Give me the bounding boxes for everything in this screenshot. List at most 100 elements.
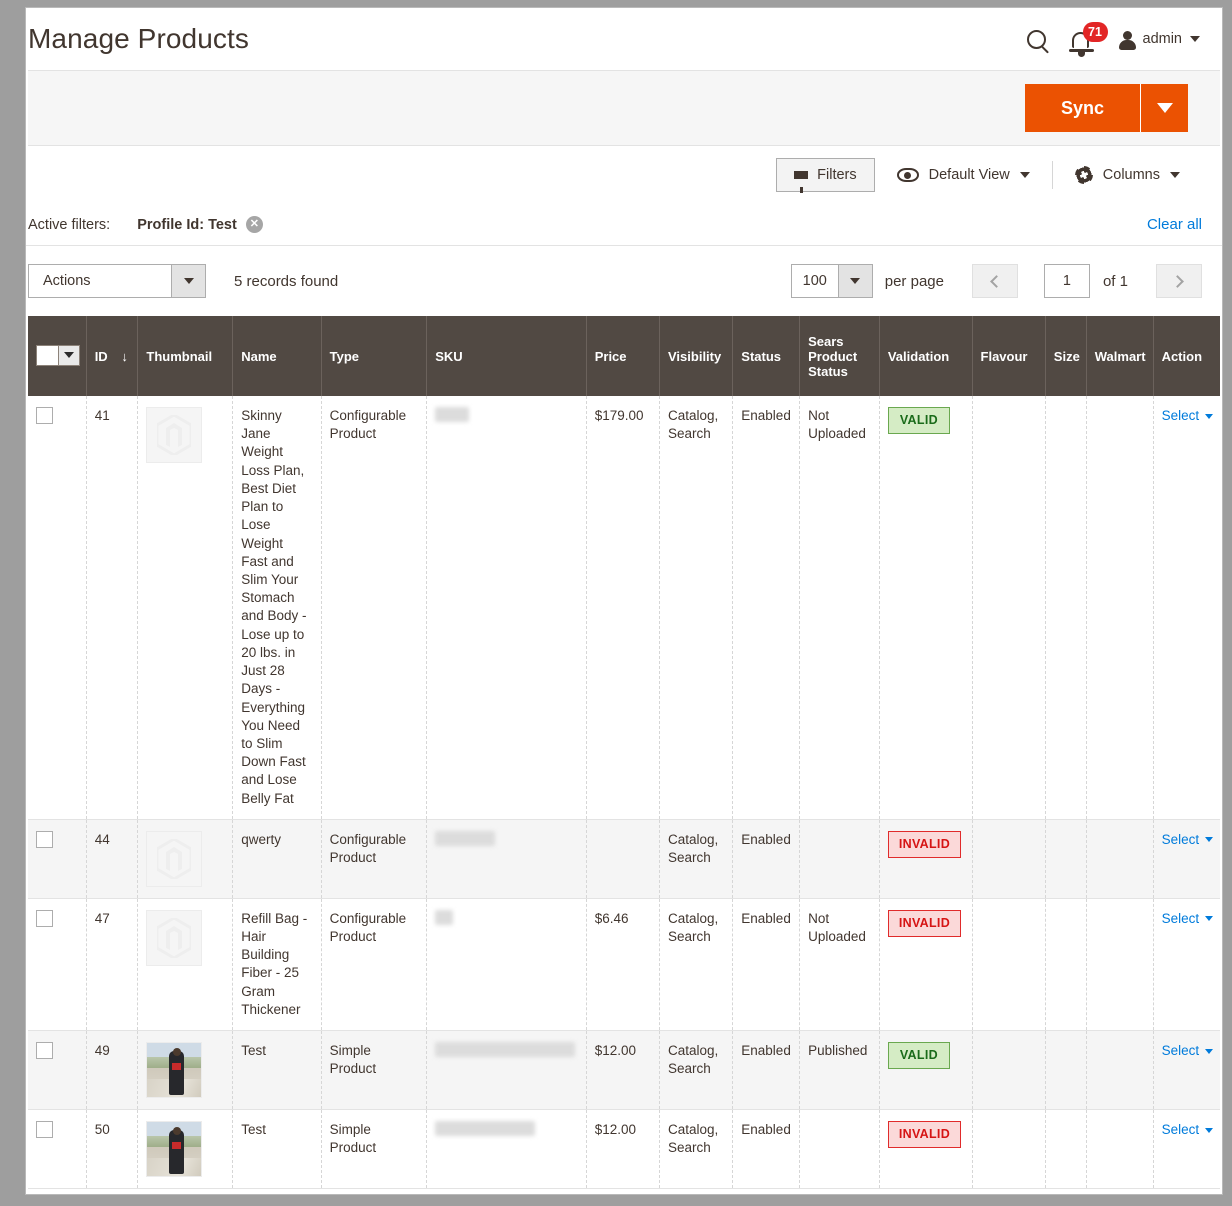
active-filters-bar: Active filters: Profile Id: Test ✕ Clear… (26, 204, 1222, 246)
per-page-select[interactable]: 100 (790, 264, 873, 298)
cell-status: Enabled (732, 1030, 801, 1110)
column-header-visibility[interactable]: Visibility (659, 316, 734, 396)
row-checkbox[interactable] (36, 830, 53, 848)
filters-button[interactable]: Filters (776, 158, 875, 193)
column-header-name[interactable]: Name (232, 316, 322, 396)
actions-select-arrow (171, 265, 205, 297)
previous-page-button[interactable] (971, 264, 1018, 298)
row-select-action[interactable]: Select (1162, 1121, 1214, 1139)
cell-validation: VALID (879, 396, 973, 820)
cell-status: Enabled (732, 898, 801, 1031)
active-filters-label: Active filters: (28, 216, 111, 233)
cell-sears-product-status (799, 1109, 880, 1189)
product-thumbnail-placeholder[interactable] (146, 830, 203, 887)
select-all-arrow[interactable] (58, 345, 79, 365)
column-header-id[interactable]: ID ↓ (86, 316, 139, 396)
cell-price: $12.00 (586, 1109, 661, 1189)
cell-action: Select (1153, 1110, 1220, 1189)
column-header-sears-product-status[interactable]: Sears Product Status (799, 316, 880, 396)
default-view-button[interactable]: Default View (875, 158, 1052, 192)
column-header-validation[interactable]: Validation (879, 316, 973, 396)
row-checkbox[interactable] (36, 1121, 53, 1139)
chevron-down-icon (1205, 837, 1214, 843)
table-row[interactable]: 41 Skinny Jane Weight Loss Plan, Best Die… (28, 396, 1220, 820)
column-header-status[interactable]: Status (732, 316, 801, 396)
cell-sears-product-status: Not Uploaded (799, 898, 880, 1031)
cell-type: Configurable Product (321, 898, 428, 1031)
notifications-button[interactable]: 71 (1068, 22, 1108, 57)
grid-body: 41 Skinny Jane Weight Loss Plan, Best Die… (28, 396, 1220, 1189)
product-thumbnail-image[interactable] (146, 1042, 203, 1099)
cell-name: Refill Bag - Hair Building Fiber - 25 Gr… (232, 898, 322, 1031)
chevron-down-icon (1190, 36, 1200, 42)
cell-validation: INVALID (879, 819, 973, 899)
column-header-size[interactable]: Size (1045, 316, 1087, 396)
column-header-flavour[interactable]: Flavour (972, 316, 1046, 396)
chevron-down-icon (1205, 916, 1214, 922)
cell-thumbnail (137, 1030, 234, 1110)
row-checkbox-cell (28, 898, 87, 1031)
table-row[interactable]: 44 qwerty Configurable Product Catalog, Sea… (28, 819, 1220, 899)
cell-type: Configurable Product (321, 819, 428, 899)
clear-all-filters-link[interactable]: Clear all (1147, 216, 1202, 233)
row-select-action[interactable]: Select (1162, 910, 1214, 928)
cell-walmart (1086, 1030, 1154, 1110)
product-thumbnail-placeholder[interactable] (146, 407, 203, 463)
column-header-thumbnail[interactable]: Thumbnail (137, 316, 234, 396)
row-select-action[interactable]: Select (1162, 407, 1214, 425)
sku-redacted (435, 1042, 576, 1058)
column-header-price[interactable]: Price (586, 316, 661, 396)
page-total-label: of 1 (1102, 272, 1128, 290)
column-header-type[interactable]: Type (321, 316, 428, 396)
actions-select[interactable]: Actions (28, 264, 206, 298)
select-all-dropdown[interactable] (36, 344, 80, 366)
columns-label: Columns (1102, 167, 1160, 183)
table-row[interactable]: 47 Refill Bag - Hair Building Fiber - 25 … (28, 898, 1220, 1031)
cell-sku (426, 819, 587, 899)
sync-dropdown-button[interactable] (1140, 84, 1188, 132)
validation-status-badge: INVALID (887, 830, 962, 858)
cell-validation: INVALID (879, 898, 973, 1031)
validation-status-badge: INVALID (887, 909, 962, 937)
next-page-button[interactable] (1156, 264, 1202, 298)
product-thumbnail-placeholder[interactable] (146, 909, 203, 966)
cell-thumbnail (137, 1109, 234, 1189)
columns-button[interactable]: Columns (1053, 158, 1202, 192)
row-checkbox-cell (28, 819, 87, 899)
screenshot-root: Manage Products 71 admin Sync Filters De… (0, 0, 1232, 1206)
cell-price: $179.00 (586, 396, 661, 820)
chevron-down-icon (1205, 1048, 1214, 1054)
cell-walmart (1086, 898, 1154, 1031)
cell-action: Select (1153, 396, 1220, 819)
cell-visibility: Catalog, Search (659, 1030, 734, 1110)
row-checkbox[interactable] (36, 1042, 53, 1060)
row-checkbox[interactable] (36, 407, 53, 424)
cell-sku (426, 1109, 587, 1189)
page-header: Manage Products 71 admin (26, 8, 1222, 70)
chevron-down-icon (1205, 1127, 1214, 1133)
page-number-input[interactable] (1043, 264, 1090, 298)
search-icon (1026, 29, 1046, 49)
chevron-down-icon (1156, 103, 1173, 113)
row-select-action[interactable]: Select (1162, 831, 1214, 849)
sync-button[interactable]: Sync (1024, 84, 1140, 132)
cell-walmart (1086, 1109, 1154, 1189)
search-button[interactable] (1026, 29, 1046, 49)
user-menu[interactable]: admin (1118, 30, 1200, 50)
product-thumbnail-image[interactable] (146, 1121, 203, 1178)
per-page-value: 100 (802, 273, 827, 289)
select-all-checkbox[interactable] (37, 345, 58, 365)
row-checkbox[interactable] (36, 909, 53, 927)
close-circle-icon[interactable]: ✕ (245, 216, 263, 233)
validation-status-badge: VALID (887, 1042, 950, 1069)
column-header-sku[interactable]: SKU (426, 316, 587, 396)
cell-sears-product-status (799, 819, 880, 899)
cell-id: 50 (86, 1109, 139, 1189)
table-row[interactable]: 49 Test Simple Product $12.00 Catalog, Searc… (28, 1030, 1220, 1110)
cell-name: Test (232, 1109, 322, 1189)
cell-sears-product-status: Published (799, 1030, 880, 1110)
row-select-action[interactable]: Select (1162, 1042, 1214, 1060)
sync-split-button: Sync (1024, 84, 1188, 132)
column-header-walmart[interactable]: Walmart (1086, 316, 1154, 396)
table-row[interactable]: 50 Test Simple Product $12.00 Catalog, Searc… (28, 1109, 1220, 1189)
